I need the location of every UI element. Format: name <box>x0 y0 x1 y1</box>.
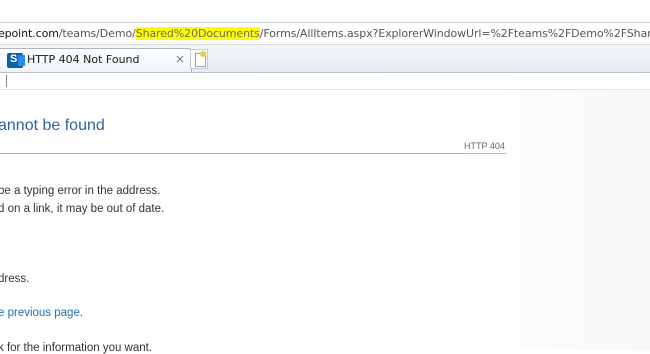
toolbar-divider <box>6 75 7 87</box>
previous-page-link[interactable]: e previous page. <box>0 307 83 319</box>
error-line-2: d on a link, it may be out of date. <box>0 203 165 215</box>
error-line-1: be a typing error in the address. <box>0 185 161 197</box>
address-query: /Forms/AllItems.aspx?ExplorerWindowUrl=%… <box>259 27 650 40</box>
new-tab-icon[interactable] <box>190 49 208 69</box>
error-code: HTTP 404 <box>464 141 505 151</box>
address-bar[interactable]: epoint.com/teams/Demo/Shared%20Documents… <box>0 22 650 45</box>
title-divider <box>0 153 506 154</box>
page-title: annot be found <box>0 117 105 134</box>
close-icon[interactable]: × <box>175 52 185 66</box>
tab-http-404[interactable]: S HTTP 404 Not Found × <box>0 48 192 72</box>
address-highlight: Shared%20Documents <box>135 27 260 40</box>
address-host: epoint.com <box>0 27 59 40</box>
error-page: annot be found HTTP 404 be a typing erro… <box>0 90 650 354</box>
command-bar <box>0 73 650 90</box>
tab-title: HTTP 404 Not Found <box>27 53 140 66</box>
address-path: /teams/Demo/ <box>58 27 136 40</box>
tab-bar: S HTTP 404 Not Found × <box>0 45 650 73</box>
address-url[interactable]: epoint.com/teams/Demo/Shared%20Documents… <box>0 27 650 40</box>
sharepoint-icon: S <box>7 53 25 68</box>
tip-line-address: dress. <box>0 273 30 285</box>
tip-line-search: k for the information you want. <box>0 342 153 354</box>
